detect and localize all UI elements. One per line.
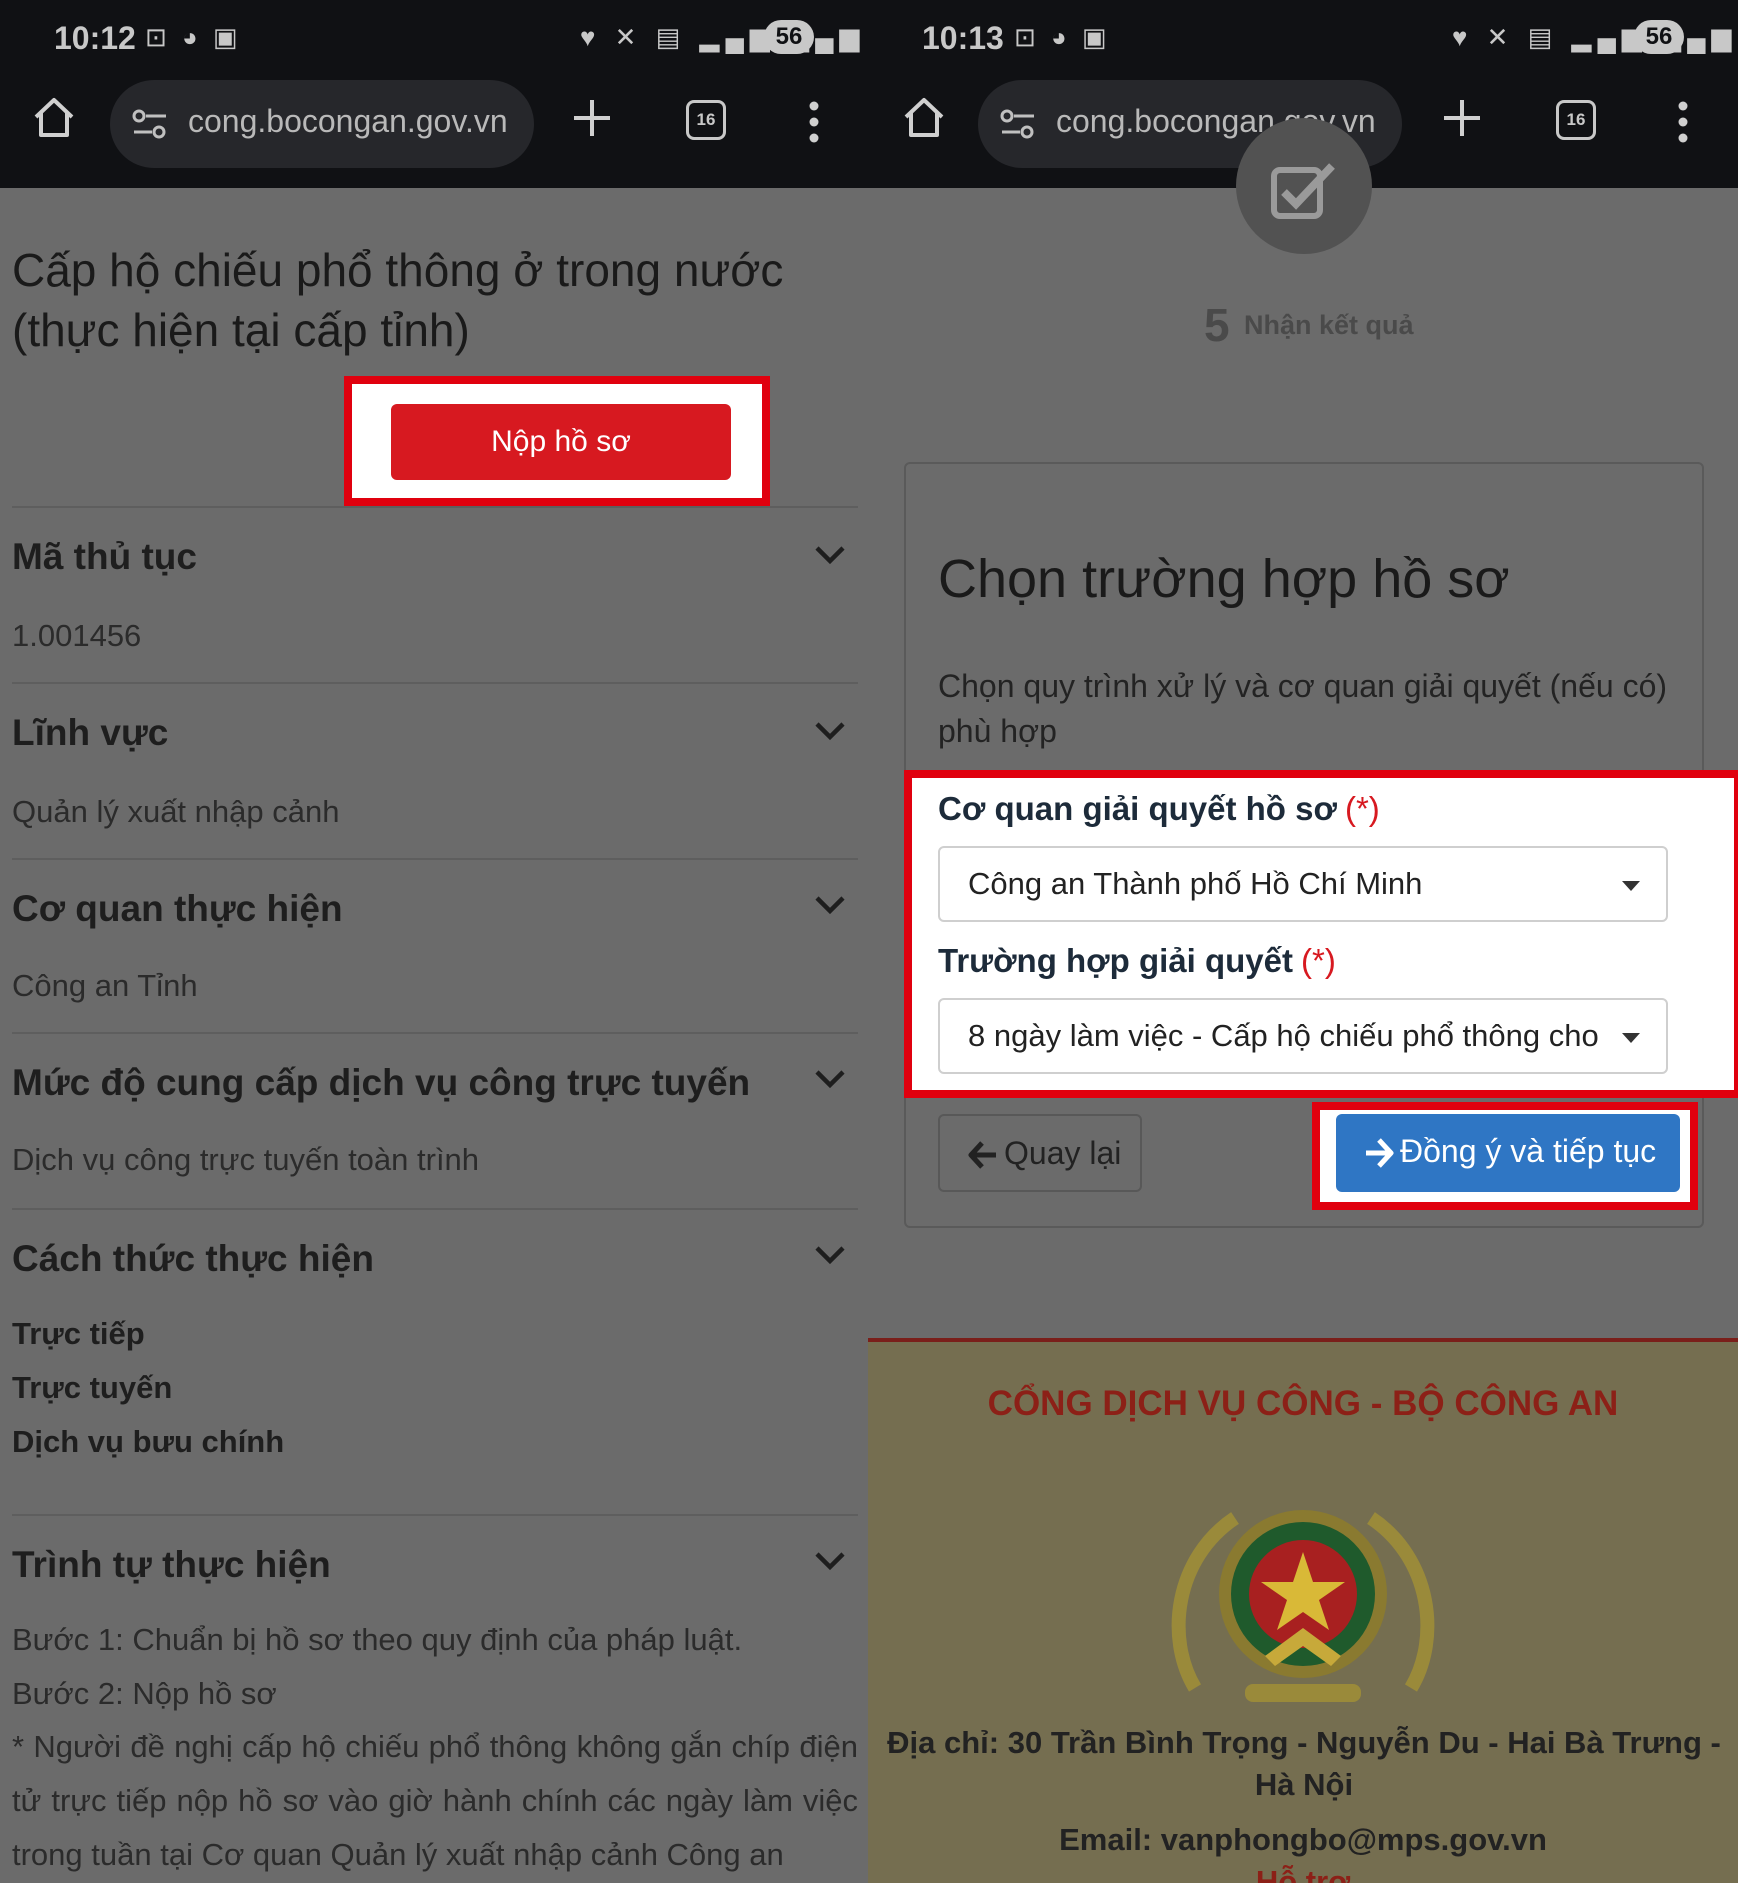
footer-title: CỔNG DỊCH VỤ CÔNG - BỘ CÔNG AN (987, 1384, 1619, 1423)
caret-down-icon (1622, 1033, 1640, 1043)
agree-continue-label: Đồng ý và tiếp tục (1400, 1133, 1657, 1169)
right-screenshot: 10:13 ⊡ ◕ ▣ ♥ ✕ ▤ ▂▄▆ ▂▄▆ 56 cong.bocong… (868, 0, 1738, 1883)
chevron-down-icon[interactable] (814, 544, 846, 566)
required-mark: (*) (1301, 942, 1336, 979)
card-title: Chọn trường hợp hồ sơ (938, 549, 1510, 609)
back-label: Quay lại (1004, 1135, 1122, 1171)
checkbox-icon (1271, 163, 1335, 219)
tab-switcher-button[interactable]: 16 (686, 100, 726, 140)
section-heading[interactable]: Mã thủ tục (12, 536, 197, 578)
submit-application-button[interactable]: Nộp hồ sơ (391, 404, 731, 480)
battery-indicator: 56 (764, 20, 814, 54)
section-heading[interactable]: Mức độ cung cấp dịch vụ công trực tuyến (12, 1062, 750, 1104)
section-value: Dịch vụ công trực tuyến toàn trình (12, 1142, 480, 1177)
case-label-text: Trường hợp giải quyết (938, 942, 1293, 979)
section-heading[interactable]: Cơ quan thực hiện (12, 888, 343, 930)
signal-icons: ♥ ✕ ▤ ▂▄▆ ▂▄▆ (1452, 22, 1738, 52)
status-time: 10:12 (54, 20, 136, 56)
footer-address: Địa chỉ: 30 Trần Bình Trọng - Nguyễn Du … (887, 1725, 1721, 1802)
address-bar[interactable]: cong.bocongan.gov.vn (110, 80, 534, 168)
left-screenshot: 10:12 ⊡ ◕ ▣ ♥ ✕ ▤ ▂▄▆ ▂▄▆ 56 cong.bocong… (0, 0, 868, 1883)
section-heading[interactable]: Lĩnh vực (12, 712, 168, 754)
browser-top-bar: 10:12 ⊡ ◕ ▣ ♥ ✕ ▤ ▂▄▆ ▂▄▆ 56 cong.bocong… (0, 0, 868, 188)
step-line: Bước 2: Nộp hồ sơ (12, 1676, 277, 1711)
section-procedure-code: Mã thủ tục 1.001456 (12, 506, 858, 682)
notification-icons: ⊡ ◕ ▣ (1014, 22, 1111, 52)
agree-continue-button[interactable]: Đồng ý và tiếp tục (1336, 1114, 1680, 1192)
procedure-title: Cấp hộ chiếu phổ thông ở trong nước (thự… (12, 244, 784, 356)
agency-select[interactable]: Công an Thành phố Hồ Chí Minh (938, 846, 1668, 922)
agency-selected-value: Công an Thành phố Hồ Chí Minh (968, 866, 1423, 901)
back-button[interactable]: Quay lại (938, 1114, 1142, 1192)
chevron-down-icon[interactable] (814, 720, 846, 742)
chevron-down-icon[interactable] (814, 1550, 846, 1572)
section-value: Quản lý xuất nhập cảnh (12, 794, 340, 829)
case-label: Trường hợp giải quyết (*) (938, 942, 1336, 980)
agency-label-text: Cơ quan giải quyết hồ sơ (938, 790, 1337, 827)
notification-icons: ⊡ ◕ ▣ (145, 22, 242, 52)
home-icon[interactable] (32, 95, 76, 139)
method-item: Dịch vụ bưu chính (12, 1424, 285, 1459)
section-heading[interactable]: Trình tự thực hiện (12, 1544, 331, 1586)
step-line: Bước 1: Chuẩn bị hồ sơ theo quy định của… (12, 1622, 743, 1657)
step-label: Nhận kết quả (1244, 310, 1414, 340)
method-item: Trực tiếp (12, 1316, 145, 1351)
more-menu-icon[interactable] (1678, 100, 1688, 144)
arrow-left-icon (968, 1141, 996, 1169)
section-value: Công an Tỉnh (12, 968, 198, 1003)
section-service-level: Mức độ cung cấp dịch vụ công trực tuyến … (12, 1032, 858, 1208)
steps-note: * Người đề nghị cấp hộ chiếu phổ thông k… (12, 1729, 858, 1872)
status-time: 10:13 (922, 20, 1004, 56)
agency-label: Cơ quan giải quyết hồ sơ (*) (938, 790, 1380, 828)
arrow-right-icon (1366, 1138, 1394, 1168)
section-agency: Cơ quan thực hiện Công an Tỉnh (12, 858, 858, 1032)
chevron-down-icon[interactable] (814, 1068, 846, 1090)
footer-help-link[interactable]: Hỗ trợ (868, 1864, 1738, 1883)
signal-icons: ♥ ✕ ▤ ▂▄▆ ▂▄▆ (580, 22, 866, 52)
tab-switcher-button[interactable]: 16 (1556, 100, 1596, 140)
new-tab-icon[interactable] (1442, 98, 1482, 138)
required-mark: (*) (1344, 790, 1380, 827)
chevron-down-icon[interactable] (814, 894, 846, 916)
new-tab-icon[interactable] (572, 98, 612, 138)
section-value: 1.001456 (12, 618, 142, 653)
section-field: Lĩnh vực Quản lý xuất nhập cảnh (12, 682, 858, 858)
site-settings-icon[interactable] (130, 104, 170, 144)
url-text: cong.bocongan.gov.vn (188, 103, 508, 139)
section-heading[interactable]: Cách thức thực hiện (12, 1238, 374, 1280)
step-number: 5 (1204, 299, 1230, 351)
result-step-badge (1236, 118, 1372, 254)
site-settings-icon[interactable] (998, 104, 1038, 144)
section-methods: Cách thức thực hiện Trực tiếp Trực tuyến… (12, 1208, 858, 1514)
site-footer: CỔNG DỊCH VỤ CÔNG - BỘ CÔNG AN Địa chỉ: … (868, 1338, 1738, 1883)
case-select[interactable]: 8 ngày làm việc - Cấp hộ chiếu phổ thông… (938, 998, 1668, 1074)
more-menu-icon[interactable] (809, 100, 819, 144)
method-item: Trực tuyến (12, 1370, 173, 1405)
police-emblem-icon (1171, 1510, 1435, 1702)
caret-down-icon (1622, 881, 1640, 891)
card-description: Chọn quy trình xử lý và cơ quan giải quy… (938, 668, 1668, 749)
case-selected-value: 8 ngày làm việc - Cấp hộ chiếu phổ thông… (968, 1018, 1599, 1053)
home-icon[interactable] (902, 95, 946, 139)
battery-indicator: 56 (1634, 20, 1684, 54)
footer-email: Email: vanphongbo@mps.gov.vn (1059, 1822, 1547, 1857)
chevron-down-icon[interactable] (814, 1244, 846, 1266)
